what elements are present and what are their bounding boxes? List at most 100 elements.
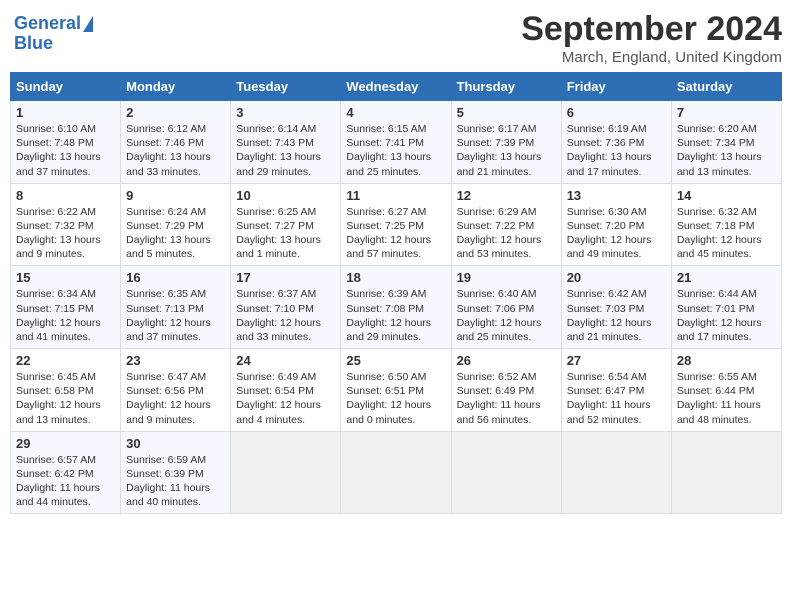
day-number: 18 [346, 270, 445, 285]
calendar-cell: 11 Sunrise: 6:27 AM Sunset: 7:25 PM Dayli… [341, 183, 451, 266]
day-number: 13 [567, 188, 666, 203]
day-number: 7 [677, 105, 776, 120]
day-info: Sunrise: 6:54 AM Sunset: 6:47 PM Dayligh… [567, 370, 666, 427]
calendar-cell: 18 Sunrise: 6:39 AM Sunset: 7:08 PM Dayli… [341, 266, 451, 349]
day-info: Sunrise: 6:14 AM Sunset: 7:43 PM Dayligh… [236, 122, 335, 179]
calendar-cell: 10 Sunrise: 6:25 AM Sunset: 7:27 PM Dayli… [231, 183, 341, 266]
day-info: Sunrise: 6:40 AM Sunset: 7:06 PM Dayligh… [457, 287, 556, 344]
day-number: 27 [567, 353, 666, 368]
calendar-cell: 7 Sunrise: 6:20 AM Sunset: 7:34 PM Daylig… [671, 101, 781, 184]
day-number: 5 [457, 105, 556, 120]
day-number: 26 [457, 353, 556, 368]
day-info: Sunrise: 6:30 AM Sunset: 7:20 PM Dayligh… [567, 205, 666, 262]
calendar-week-4: 22 Sunrise: 6:45 AM Sunset: 6:58 PM Dayli… [11, 349, 782, 432]
calendar-cell: 28Sunrise: 6:55 AM Sunset: 6:44 PM Dayli… [671, 349, 781, 432]
calendar-week-2: 8 Sunrise: 6:22 AM Sunset: 7:32 PM Daylig… [11, 183, 782, 266]
calendar-cell: 2 Sunrise: 6:12 AM Sunset: 7:46 PM Daylig… [121, 101, 231, 184]
day-number: 28 [677, 353, 776, 368]
day-info: Sunrise: 6:25 AM Sunset: 7:27 PM Dayligh… [236, 205, 335, 262]
calendar-cell: 27 Sunrise: 6:54 AM Sunset: 6:47 PM Dayli… [561, 349, 671, 432]
weekday-header-thursday: Thursday [451, 73, 561, 101]
day-number: 17 [236, 270, 335, 285]
day-number: 14 [677, 188, 776, 203]
logo-line2: Blue [14, 34, 53, 54]
day-number: 8 [16, 188, 115, 203]
calendar-cell [451, 431, 561, 514]
calendar-cell: 5Sunrise: 6:17 AM Sunset: 7:39 PM Daylig… [451, 101, 561, 184]
day-number: 19 [457, 270, 556, 285]
weekday-header-sunday: Sunday [11, 73, 121, 101]
day-info: Sunrise: 6:10 AM Sunset: 7:48 PM Dayligh… [16, 122, 115, 179]
weekday-header-friday: Friday [561, 73, 671, 101]
day-number: 4 [346, 105, 445, 120]
calendar-cell [341, 431, 451, 514]
calendar-cell: 17 Sunrise: 6:37 AM Sunset: 7:10 PM Dayli… [231, 266, 341, 349]
day-number: 1 [16, 105, 115, 120]
calendar-week-3: 15 Sunrise: 6:34 AM Sunset: 7:15 PM Dayli… [11, 266, 782, 349]
calendar-cell: 13 Sunrise: 6:30 AM Sunset: 7:20 PM Dayli… [561, 183, 671, 266]
calendar-cell: 29Sunrise: 6:57 AM Sunset: 6:42 PM Dayli… [11, 431, 121, 514]
weekday-header-wednesday: Wednesday [341, 73, 451, 101]
calendar-cell: 9Sunrise: 6:24 AM Sunset: 7:29 PM Daylig… [121, 183, 231, 266]
calendar-cell: 25Sunrise: 6:50 AM Sunset: 6:51 PM Dayli… [341, 349, 451, 432]
title-block: September 2024 March, England, United Ki… [521, 10, 782, 66]
day-info: Sunrise: 6:57 AM Sunset: 6:42 PM Dayligh… [16, 453, 115, 510]
weekday-header-saturday: Saturday [671, 73, 781, 101]
weekday-header-monday: Monday [121, 73, 231, 101]
calendar-cell: 1 Sunrise: 6:10 AM Sunset: 7:48 PM Daylig… [11, 101, 121, 184]
calendar-cell: 24Sunrise: 6:49 AM Sunset: 6:54 PM Dayli… [231, 349, 341, 432]
logo-general: General [14, 13, 81, 33]
calendar-cell: 30Sunrise: 6:59 AM Sunset: 6:39 PM Dayli… [121, 431, 231, 514]
calendar-cell: 15 Sunrise: 6:34 AM Sunset: 7:15 PM Dayli… [11, 266, 121, 349]
day-number: 16 [126, 270, 225, 285]
day-info: Sunrise: 6:52 AM Sunset: 6:49 PM Dayligh… [457, 370, 556, 427]
day-info: Sunrise: 6:34 AM Sunset: 7:15 PM Dayligh… [16, 287, 115, 344]
day-number: 10 [236, 188, 335, 203]
logo-line1: General [14, 14, 81, 34]
day-info: Sunrise: 6:15 AM Sunset: 7:41 PM Dayligh… [346, 122, 445, 179]
calendar-cell [231, 431, 341, 514]
calendar-cell [561, 431, 671, 514]
day-info: Sunrise: 6:20 AM Sunset: 7:34 PM Dayligh… [677, 122, 776, 179]
day-number: 3 [236, 105, 335, 120]
day-info: Sunrise: 6:12 AM Sunset: 7:46 PM Dayligh… [126, 122, 225, 179]
calendar-cell: 23Sunrise: 6:47 AM Sunset: 6:56 PM Dayli… [121, 349, 231, 432]
day-info: Sunrise: 6:22 AM Sunset: 7:32 PM Dayligh… [16, 205, 115, 262]
calendar-cell: 21 Sunrise: 6:44 AM Sunset: 7:01 PM Dayli… [671, 266, 781, 349]
calendar-cell: 14Sunrise: 6:32 AM Sunset: 7:18 PM Dayli… [671, 183, 781, 266]
day-number: 15 [16, 270, 115, 285]
location-subtitle: March, England, United Kingdom [521, 49, 782, 66]
day-info: Sunrise: 6:24 AM Sunset: 7:29 PM Dayligh… [126, 205, 225, 262]
calendar-cell: 20 Sunrise: 6:42 AM Sunset: 7:03 PM Dayli… [561, 266, 671, 349]
day-number: 11 [346, 188, 445, 203]
calendar-body: 1 Sunrise: 6:10 AM Sunset: 7:48 PM Daylig… [11, 101, 782, 514]
logo: General Blue [10, 10, 97, 58]
day-info: Sunrise: 6:39 AM Sunset: 7:08 PM Dayligh… [346, 287, 445, 344]
day-info: Sunrise: 6:47 AM Sunset: 6:56 PM Dayligh… [126, 370, 225, 427]
day-number: 2 [126, 105, 225, 120]
calendar-week-1: 1 Sunrise: 6:10 AM Sunset: 7:48 PM Daylig… [11, 101, 782, 184]
day-info: Sunrise: 6:27 AM Sunset: 7:25 PM Dayligh… [346, 205, 445, 262]
day-number: 12 [457, 188, 556, 203]
calendar-header: SundayMondayTuesdayWednesdayThursdayFrid… [11, 73, 782, 101]
day-number: 22 [16, 353, 115, 368]
weekday-row: SundayMondayTuesdayWednesdayThursdayFrid… [11, 73, 782, 101]
weekday-header-tuesday: Tuesday [231, 73, 341, 101]
day-number: 20 [567, 270, 666, 285]
day-info: Sunrise: 6:45 AM Sunset: 6:58 PM Dayligh… [16, 370, 115, 427]
calendar-cell: 12Sunrise: 6:29 AM Sunset: 7:22 PM Dayli… [451, 183, 561, 266]
day-info: Sunrise: 6:37 AM Sunset: 7:10 PM Dayligh… [236, 287, 335, 344]
day-number: 21 [677, 270, 776, 285]
calendar-cell: 4 Sunrise: 6:15 AM Sunset: 7:41 PM Daylig… [341, 101, 451, 184]
calendar-week-5: 29Sunrise: 6:57 AM Sunset: 6:42 PM Dayli… [11, 431, 782, 514]
logo-triangle-icon [83, 16, 93, 32]
day-info: Sunrise: 6:35 AM Sunset: 7:13 PM Dayligh… [126, 287, 225, 344]
day-info: Sunrise: 6:42 AM Sunset: 7:03 PM Dayligh… [567, 287, 666, 344]
calendar-cell: 8 Sunrise: 6:22 AM Sunset: 7:32 PM Daylig… [11, 183, 121, 266]
month-title: September 2024 [521, 10, 782, 49]
calendar-cell: 6Sunrise: 6:19 AM Sunset: 7:36 PM Daylig… [561, 101, 671, 184]
day-info: Sunrise: 6:44 AM Sunset: 7:01 PM Dayligh… [677, 287, 776, 344]
calendar-cell: 26 Sunrise: 6:52 AM Sunset: 6:49 PM Dayli… [451, 349, 561, 432]
calendar-cell [671, 431, 781, 514]
calendar-cell: 16 Sunrise: 6:35 AM Sunset: 7:13 PM Dayli… [121, 266, 231, 349]
